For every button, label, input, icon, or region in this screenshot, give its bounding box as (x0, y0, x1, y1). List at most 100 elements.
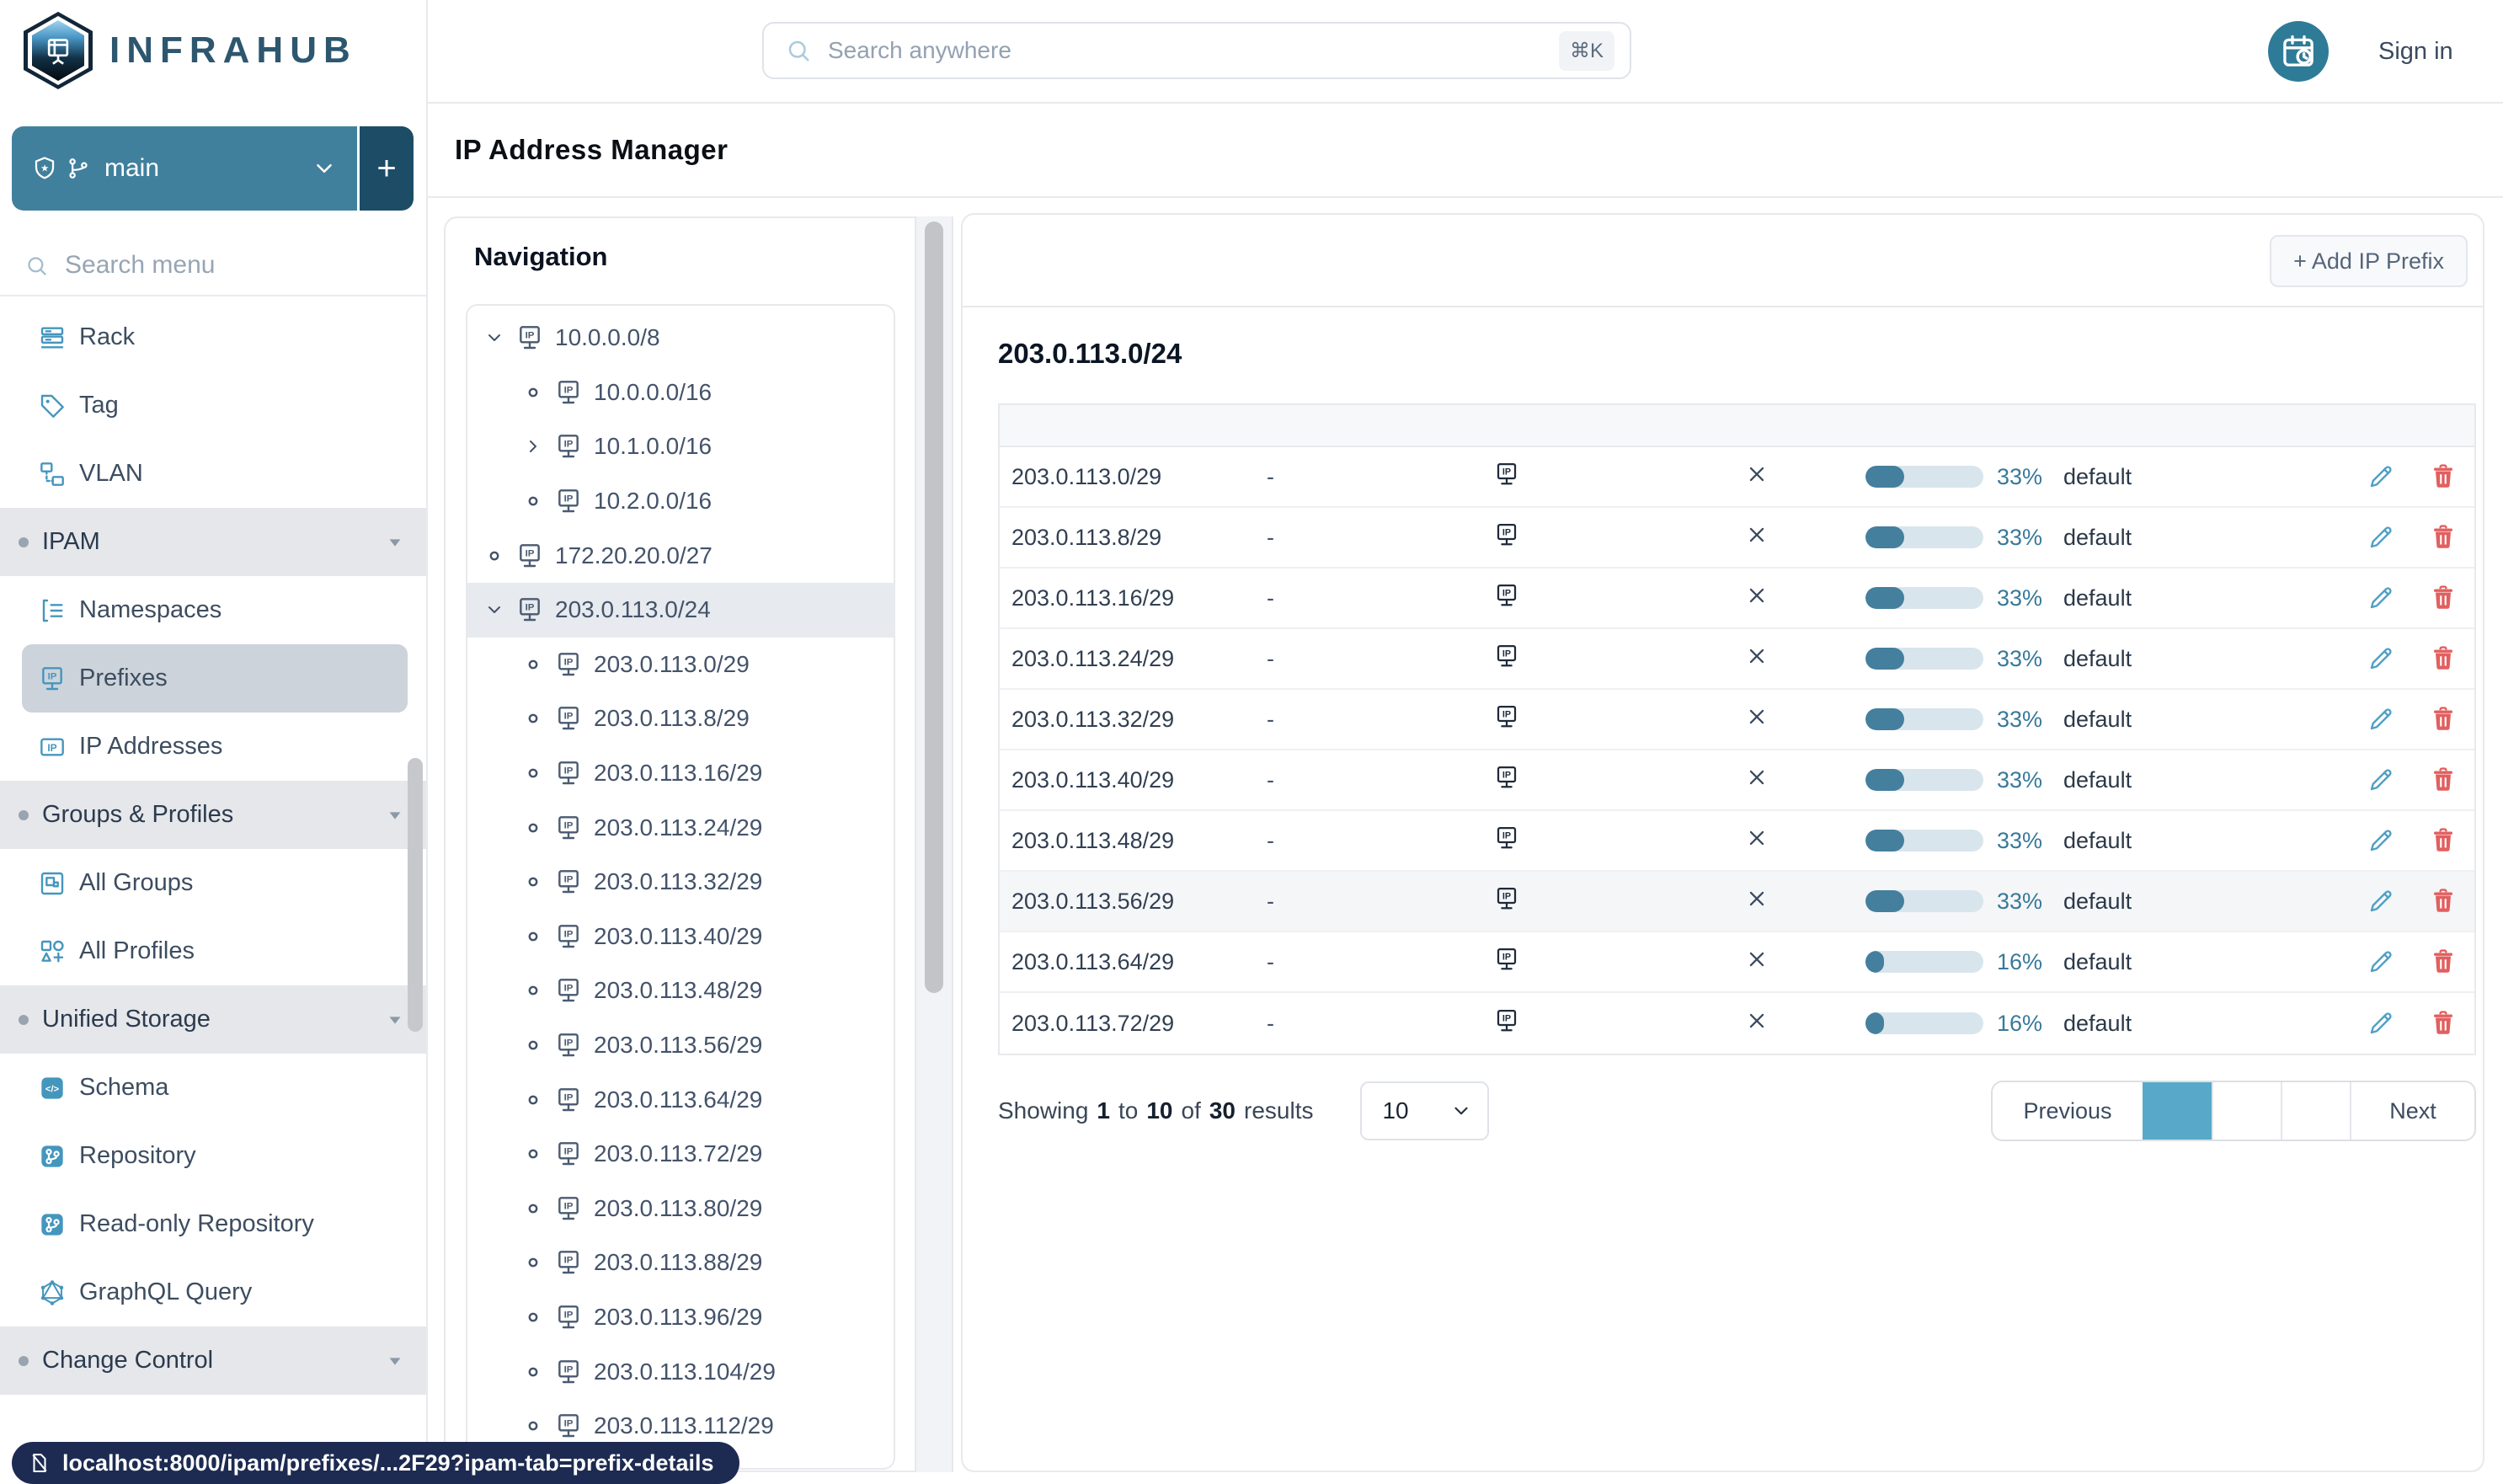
tree-item-172-20-20-0-27[interactable]: IP 172.20.20.0/27 (467, 528, 894, 583)
page-number-button[interactable] (2212, 1082, 2281, 1140)
tree-item-203-0-113-72-29[interactable]: IP 203.0.113.72/29 (467, 1127, 894, 1182)
sidebar-item-namespaces[interactable]: Namespaces (0, 576, 426, 644)
tree-item-203-0-113-0-24[interactable]: IP 203.0.113.0/24 (467, 582, 894, 638)
sidebar-search-input[interactable] (63, 250, 350, 280)
tree-item-203-0-113-80-29[interactable]: IP 203.0.113.80/29 (467, 1182, 894, 1236)
chevron-down-icon[interactable] (484, 600, 504, 620)
dot-icon[interactable] (523, 980, 543, 1001)
dot-icon[interactable] (523, 1416, 543, 1436)
dot-icon[interactable] (484, 546, 504, 566)
dot-icon[interactable] (523, 491, 543, 511)
previous-page-button[interactable]: Previous (1993, 1082, 2143, 1140)
dot-icon[interactable] (523, 818, 543, 838)
collapse-triangle-icon[interactable] (386, 1352, 404, 1370)
delete-trash-icon[interactable] (2431, 525, 2456, 550)
edit-pencil-icon[interactable] (2368, 949, 2394, 974)
table-row[interactable]: 203.0.113.0/29 - IP 33% default (1000, 447, 2474, 508)
table-row[interactable]: 203.0.113.48/29 - IP 33% default (1000, 811, 2474, 872)
sidebar-item-prefixes[interactable]: IP Prefixes (22, 644, 408, 713)
tree-item-203-0-113-56-29[interactable]: IP 203.0.113.56/29 (467, 1018, 894, 1073)
chevron-right-icon[interactable] (523, 436, 543, 456)
dot-icon[interactable] (523, 382, 543, 403)
edit-pencil-icon[interactable] (2368, 646, 2394, 671)
tree-item-203-0-113-40-29[interactable]: IP 203.0.113.40/29 (467, 910, 894, 964)
time-travel-button[interactable] (2268, 21, 2329, 82)
table-row[interactable]: 203.0.113.24/29 - IP 33% default (1000, 629, 2474, 690)
edit-pencil-icon[interactable] (2368, 525, 2394, 550)
edit-pencil-icon[interactable] (2368, 828, 2394, 853)
table-row[interactable]: 203.0.113.16/29 - IP 33% default (1000, 569, 2474, 629)
sidebar-item-all-profiles[interactable]: All Profiles (0, 917, 426, 985)
app-logo[interactable]: INFRAHUB (24, 12, 357, 89)
collapse-triangle-icon[interactable] (386, 533, 404, 552)
tree-item-10-0-0-0-16[interactable]: IP 10.0.0.0/16 (467, 366, 894, 420)
chevron-down-icon[interactable] (484, 328, 504, 348)
dot-icon[interactable] (523, 654, 543, 675)
table-row[interactable]: 203.0.113.56/29 - IP 33% default (1000, 872, 2474, 932)
table-row[interactable]: 203.0.113.64/29 - IP 16% default (1000, 932, 2474, 993)
table-row[interactable]: 203.0.113.72/29 - IP 16% default (1000, 993, 2474, 1054)
sign-in-button[interactable]: Sign in (2378, 0, 2453, 104)
tree-item-10-0-0-0-8[interactable]: IP 10.0.0.0/8 (467, 311, 894, 366)
page-size-select[interactable]: 10 (1360, 1081, 1490, 1140)
edit-pencil-icon[interactable] (2368, 585, 2394, 611)
tree-item-203-0-113-64-29[interactable]: IP 203.0.113.64/29 (467, 1072, 894, 1127)
delete-trash-icon[interactable] (2431, 646, 2456, 671)
dot-icon[interactable] (523, 926, 543, 947)
page-number-button[interactable] (2143, 1082, 2212, 1140)
sidebar-item-rack[interactable]: Rack (0, 303, 426, 371)
edit-pencil-icon[interactable] (2368, 767, 2394, 793)
table-row[interactable]: 203.0.113.40/29 - IP 33% default (1000, 750, 2474, 811)
table-row[interactable]: 203.0.113.8/29 - IP 33% default (1000, 508, 2474, 569)
edit-pencil-icon[interactable] (2368, 889, 2394, 914)
sidebar-section-ipam[interactable]: IPAM (0, 508, 426, 576)
dot-icon[interactable] (523, 1198, 543, 1219)
sidebar-section-unified-storage[interactable]: Unified Storage (0, 985, 426, 1054)
delete-trash-icon[interactable] (2431, 828, 2456, 853)
delete-trash-icon[interactable] (2431, 767, 2456, 793)
dot-icon[interactable] (523, 872, 543, 892)
sidebar-section-groups-profiles[interactable]: Groups & Profiles (0, 781, 426, 849)
table-row[interactable]: 203.0.113.32/29 - IP 33% default (1000, 690, 2474, 750)
sidebar-item-vlan[interactable]: VLAN (0, 440, 426, 508)
sidebar-item-repository[interactable]: Repository (0, 1122, 426, 1190)
delete-trash-icon[interactable] (2431, 585, 2456, 611)
tree-item-203-0-113-0-29[interactable]: IP 203.0.113.0/29 (467, 638, 894, 692)
tree-item-10-1-0-0-16[interactable]: IP 10.1.0.0/16 (467, 419, 894, 474)
navigation-scrollbar[interactable] (925, 222, 943, 993)
dot-icon[interactable] (523, 1362, 543, 1382)
dot-icon[interactable] (523, 708, 543, 729)
global-search-input[interactable] (826, 36, 1559, 65)
tree-item-203-0-113-104-29[interactable]: IP 203.0.113.104/29 (467, 1344, 894, 1399)
tree-item-203-0-113-96-29[interactable]: IP 203.0.113.96/29 (467, 1290, 894, 1345)
tree-item-203-0-113-48-29[interactable]: IP 203.0.113.48/29 (467, 964, 894, 1018)
add-ip-prefix-button[interactable]: + Add IP Prefix (2270, 235, 2468, 287)
dot-icon[interactable] (523, 1307, 543, 1327)
next-page-button[interactable]: Next (2350, 1082, 2474, 1140)
tree-item-203-0-113-32-29[interactable]: IP 203.0.113.32/29 (467, 855, 894, 910)
delete-trash-icon[interactable] (2431, 949, 2456, 974)
sidebar-item-schema[interactable]: </> Schema (0, 1054, 426, 1122)
add-branch-button[interactable]: + (360, 126, 414, 211)
branch-selector-button[interactable]: ★ main (12, 126, 357, 211)
sidebar-item-read-only-repository[interactable]: Read-only Repository (0, 1190, 426, 1258)
delete-trash-icon[interactable] (2431, 889, 2456, 914)
tree-item-203-0-113-8-29[interactable]: IP 203.0.113.8/29 (467, 691, 894, 746)
dot-icon[interactable] (523, 1035, 543, 1055)
sidebar-section-change-control[interactable]: Change Control (0, 1327, 426, 1395)
sidebar-item-ip-addresses[interactable]: IP IP Addresses (0, 713, 426, 781)
sidebar-item-graphql-query[interactable]: GraphQL Query (0, 1258, 426, 1327)
dot-icon[interactable] (523, 1090, 543, 1110)
edit-pencil-icon[interactable] (2368, 707, 2394, 732)
tree-item-203-0-113-24-29[interactable]: IP 203.0.113.24/29 (467, 800, 894, 855)
dot-icon[interactable] (523, 1144, 543, 1164)
collapse-triangle-icon[interactable] (386, 806, 404, 825)
sidebar-item-all-groups[interactable]: All Groups (0, 849, 426, 917)
dot-icon[interactable] (523, 763, 543, 783)
edit-pencil-icon[interactable] (2368, 1011, 2394, 1036)
delete-trash-icon[interactable] (2431, 707, 2456, 732)
dot-icon[interactable] (523, 1252, 543, 1273)
collapse-triangle-icon[interactable] (386, 1011, 404, 1029)
delete-trash-icon[interactable] (2431, 464, 2456, 489)
tree-item-203-0-113-88-29[interactable]: IP 203.0.113.88/29 (467, 1236, 894, 1290)
